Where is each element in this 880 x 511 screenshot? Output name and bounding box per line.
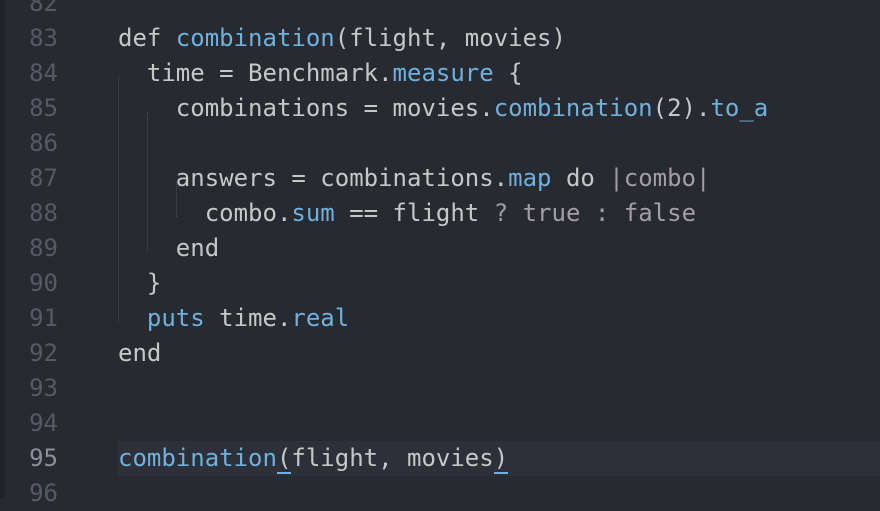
code-token: answers = combinations. xyxy=(118,164,509,192)
code-token: |combo| xyxy=(609,164,711,192)
code-token: ) xyxy=(493,444,509,474)
line-code[interactable]: time = Benchmark.measure { xyxy=(118,56,880,91)
code-token: do xyxy=(551,164,610,192)
code-token: ? xyxy=(493,199,509,227)
code-token: combo. xyxy=(118,199,292,227)
code-token: measure xyxy=(392,59,494,87)
line-number: 96 xyxy=(29,479,58,507)
line-code[interactable]: answers = combinations.map do |combo| xyxy=(118,161,880,196)
code-token: real xyxy=(291,304,350,332)
code-token: combination xyxy=(175,24,335,52)
line-code[interactable]: combination(flight, movies) xyxy=(118,441,880,476)
code-token: to_a xyxy=(710,94,769,122)
line-code[interactable]: combo.sum == flight ? true : false xyxy=(118,196,880,231)
line-code[interactable] xyxy=(118,0,880,21)
code-token: } xyxy=(118,269,162,297)
code-token: end xyxy=(118,234,220,262)
line-code[interactable] xyxy=(118,476,880,511)
line-code[interactable]: end xyxy=(118,231,880,266)
code-line[interactable]: 92 end xyxy=(0,336,880,371)
code-token: combinations = movies. xyxy=(118,94,494,122)
code-token: combination xyxy=(493,94,653,122)
line-number: 93 xyxy=(29,374,58,402)
code-line[interactable]: 96 xyxy=(0,476,880,511)
code-line[interactable]: 87 answers = combinations.map do |combo| xyxy=(0,161,880,196)
code-line[interactable]: 93 xyxy=(0,371,880,406)
line-code[interactable] xyxy=(118,406,880,441)
line-number: 95 xyxy=(29,444,58,472)
code-token: puts xyxy=(118,304,220,332)
code-token: false xyxy=(623,199,697,227)
code-token: time. xyxy=(219,304,292,332)
line-code[interactable]: end xyxy=(118,336,880,371)
code-token: (2). xyxy=(652,94,711,122)
line-number: 87 xyxy=(29,164,58,192)
code-token: sum xyxy=(291,199,335,227)
code-token: == flight xyxy=(334,199,494,227)
code-line[interactable]: 95 combination(flight, movies) xyxy=(0,441,880,476)
line-number: 83 xyxy=(29,24,58,52)
code-line[interactable]: 85 combinations = movies.combination(2).… xyxy=(0,91,880,126)
code-line[interactable]: 84 time = Benchmark.measure { xyxy=(0,56,880,91)
line-number: 94 xyxy=(29,409,58,437)
code-token: flight, movies xyxy=(291,444,494,472)
line-number: 84 xyxy=(29,59,58,87)
code-token: end xyxy=(118,339,162,367)
code-line[interactable]: 83 def combination(flight, movies) xyxy=(0,21,880,56)
code-editor[interactable]: 82 83 def combination(flight, movies) 84 ti… xyxy=(0,0,880,511)
code-token: : xyxy=(594,199,610,227)
code-line[interactable]: 82 xyxy=(0,0,880,21)
line-code[interactable] xyxy=(118,371,880,406)
code-token: time = Benchmark. xyxy=(118,59,393,87)
code-line[interactable]: 89 end xyxy=(0,231,880,266)
line-code[interactable] xyxy=(118,126,880,161)
code-line[interactable]: 90 } xyxy=(0,266,880,301)
line-number: 85 xyxy=(29,94,58,122)
line-code[interactable]: puts time.real xyxy=(118,301,880,336)
code-line[interactable]: 91 puts time.real xyxy=(0,301,880,336)
line-number: 89 xyxy=(29,234,58,262)
line-number: 91 xyxy=(29,304,58,332)
line-code[interactable]: } xyxy=(118,266,880,301)
line-number: 92 xyxy=(29,339,58,367)
code-line[interactable]: 88 combo.sum == flight ? true : false xyxy=(0,196,880,231)
line-number: 82 xyxy=(29,0,58,17)
code-token: (flight, movies) xyxy=(334,24,566,52)
code-token: { xyxy=(493,59,523,87)
code-line[interactable]: 86 xyxy=(0,126,880,161)
code-token: def xyxy=(118,24,176,52)
code-token: map xyxy=(508,164,552,192)
line-code[interactable]: def combination(flight, movies) xyxy=(118,21,880,56)
code-token: true xyxy=(522,199,581,227)
line-number: 90 xyxy=(29,269,58,297)
code-token: ( xyxy=(276,444,292,474)
line-code[interactable]: combinations = movies.combination(2).to_… xyxy=(118,91,880,126)
line-number: 88 xyxy=(29,199,58,227)
code-token: combination xyxy=(118,444,277,472)
line-number: 86 xyxy=(29,129,58,157)
code-line[interactable]: 94 xyxy=(0,406,880,441)
